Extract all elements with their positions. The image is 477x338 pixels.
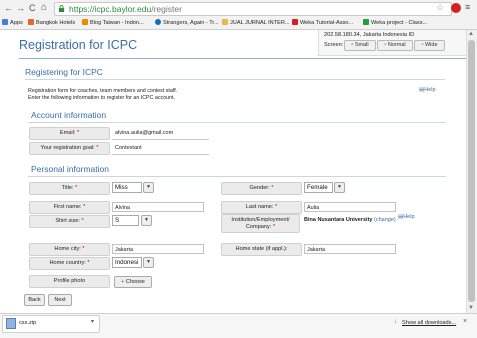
screen-wide-button[interactable]: ▫ Wide [414,40,445,51]
field-underline [112,154,209,155]
institution-change-link[interactable]: (change) [374,217,396,223]
blogger-icon [82,19,88,25]
scrollbar-thumb[interactable] [468,40,475,302]
home-state-input[interactable]: Jakarta [304,244,396,254]
page-icon [28,19,34,25]
show-all-downloads-link[interactable]: Show all downloads... [402,320,456,326]
back-button[interactable]: Back [24,294,45,306]
institution-value: Bina Nusantara University (change) [304,217,396,223]
home-country-label: Home country: * [29,257,110,270]
section-divider [28,122,446,123]
reload-icon[interactable]: C [29,3,36,14]
shirt-size-label: Shirt size: * [29,215,110,228]
bookmark-apps[interactable]: Apps [2,19,23,27]
download-filename: css.zip [19,320,37,326]
youtube-icon [292,19,298,25]
screen-small-button[interactable]: ▫ Small [344,40,376,51]
apps-icon [2,19,8,25]
bookmark-item[interactable]: Bangkok Hotels [28,19,75,27]
last-name-input[interactable]: Aulia [304,202,396,212]
bookmark-item[interactable]: JUAL JURNAL INTER... [222,19,290,27]
first-name-label: First name: * [29,201,110,214]
shirt-size-select[interactable]: S [112,215,139,226]
last-name-label: Last name: * [221,201,302,214]
field-underline [112,139,209,140]
download-menu-icon[interactable]: ▾ [91,318,94,325]
profile-photo-label: Profile photo [29,275,110,288]
page-icon [155,19,161,25]
page-icon [222,19,228,25]
title-divider [19,58,466,59]
plus-icon: + [121,279,125,285]
chevron-down-icon[interactable]: ▼ [143,257,154,268]
email-value: alvina.aulia@gmail.com [115,130,174,136]
email-label: Email: * [29,127,110,140]
close-icon[interactable]: × [463,318,467,325]
intro-line-2: Enter the following information to regis… [28,95,175,101]
scroll-up-icon[interactable]: ▲ [468,31,474,37]
title-label: Title: * [29,182,110,195]
chevron-down-icon[interactable]: ▼ [334,182,345,193]
bookmark-item[interactable]: Weka Tutorial-Asso... [292,19,353,27]
ip-location: 202.58.180.34, Jakarta Indonesia ID [324,32,415,38]
help-link[interactable]: ▤Help [419,87,436,93]
download-icon: ↓ [394,319,397,325]
bookmark-item[interactable]: Strangers, Again - Tr... [155,19,219,27]
section-divider [28,176,446,177]
goal-value: Contestant [115,145,142,151]
star-icon[interactable]: ☆ [436,2,444,13]
screen-label: Screen: [324,42,344,48]
bookmark-item[interactable]: Weka project - Class... [363,19,427,27]
home-city-input[interactable]: Jakarta [112,244,204,254]
menu-icon[interactable]: ≡ [465,2,470,12]
title-select[interactable]: Miss [112,182,142,193]
forward-arrow-icon[interactable]: → [16,3,25,14]
screen-normal-button[interactable]: ▫ Normal [377,40,413,51]
extension-icon[interactable] [451,3,461,13]
gender-select[interactable]: Female [304,182,333,193]
home-icon[interactable]: ⌂ [41,2,47,13]
chevron-down-icon[interactable]: ▼ [141,215,152,226]
page-title: Registration for ICPC [19,38,138,52]
heading-divider [25,79,445,80]
goal-label: Your registration goal: * [29,142,110,155]
first-name-input[interactable]: Alvina [112,202,204,212]
chevron-down-icon[interactable]: ▼ [143,182,154,193]
form-heading: Registering for ICPC [25,67,103,77]
gender-label: Gender: * [221,182,302,195]
download-item[interactable] [2,315,100,333]
choose-photo-button[interactable]: + Choose [114,276,152,288]
lock-icon [58,5,65,12]
next-button[interactable]: Next [48,294,72,306]
intro-line-1: Registration form for coaches, team memb… [28,88,178,94]
home-state-label: Home state (if appl.): [221,243,302,256]
address-bar[interactable]: https://icpc.baylor.edu/register ☆ [54,2,452,16]
institution-label: Institution/Employment/Company: * [221,214,300,233]
zip-file-icon [6,318,16,329]
home-city-label: Home city: * [29,243,110,256]
bookmark-item[interactable]: Blog Taiwan - Indon... [82,19,144,27]
scroll-down-icon[interactable]: ▼ [468,305,474,311]
back-arrow-icon[interactable]: ← [4,3,13,14]
page-icon [363,19,369,25]
home-country-select[interactable]: Indonesi [112,257,142,268]
personal-section-title: Personal information [31,164,109,174]
account-section-title: Account information [31,110,107,120]
url-text: https://icpc.baylor.edu/register [69,4,182,14]
institution-help-link[interactable]: ▤Help [398,214,415,220]
